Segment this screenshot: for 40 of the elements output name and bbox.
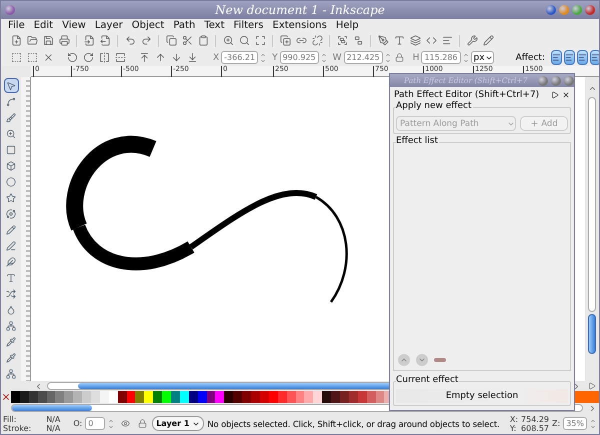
frame-label: Effect list — [396, 136, 439, 146]
stroke-value: N/A — [46, 424, 60, 432]
fill-label: Fill: — [3, 414, 18, 424]
menu-item[interactable]: View — [62, 20, 86, 31]
field-label: Y — [272, 52, 278, 62]
menu-item[interactable]: Text — [204, 20, 225, 31]
number-field[interactable]: 115.286 — [421, 51, 461, 64]
number-field[interactable]: -366.21 — [221, 51, 258, 64]
window-title: New document 1 - Inkscape — [215, 3, 385, 17]
current-effect-value: Empty selection — [396, 389, 568, 403]
field-label: X — [213, 52, 220, 62]
field-label: H — [412, 52, 420, 62]
layer-dropdown[interactable]: Layer 1 — [152, 416, 204, 431]
y-coordinate: 608.57 — [521, 424, 550, 432]
number-field[interactable]: 990.925 — [280, 51, 319, 64]
opacity-label: O: — [73, 419, 82, 428]
y-coordinate-label: Y: — [510, 424, 518, 432]
unit-dropdown[interactable]: px — [470, 51, 494, 64]
menu-item[interactable]: Extensions — [272, 20, 327, 31]
affect-label: Affect: — [516, 52, 545, 62]
field-label: W — [332, 52, 342, 62]
dialog-title: Path Effect Editor (Shift+Ctrl+7) — [394, 90, 540, 100]
menu-item[interactable]: Edit — [34, 20, 54, 31]
menu-item[interactable]: Help — [336, 20, 359, 31]
fill-value: N/A — [46, 414, 60, 424]
stroke-label: Stroke: — [3, 424, 32, 432]
number-field[interactable]: 212.425 — [344, 51, 383, 64]
x-coordinate: 754.29 — [521, 414, 550, 424]
opacity-field[interactable]: 0 — [85, 417, 106, 430]
x-coordinate-label: X: — [510, 414, 518, 424]
menu-item[interactable]: Object — [132, 20, 164, 31]
menu-item[interactable]: Filters — [234, 20, 264, 31]
frame-label: Current effect — [396, 375, 460, 385]
zoom-field[interactable]: 35% — [563, 417, 587, 430]
menu-item[interactable]: Path — [173, 20, 196, 31]
menu-item[interactable]: Layer — [94, 20, 123, 31]
zoom-label: Z: — [552, 419, 560, 428]
frame-label: Apply new effect — [396, 101, 472, 111]
menu-item[interactable]: File — [8, 20, 25, 31]
status-message: No objects selected. Click, Shift+click, or drag around objects to select. — [207, 418, 501, 428]
